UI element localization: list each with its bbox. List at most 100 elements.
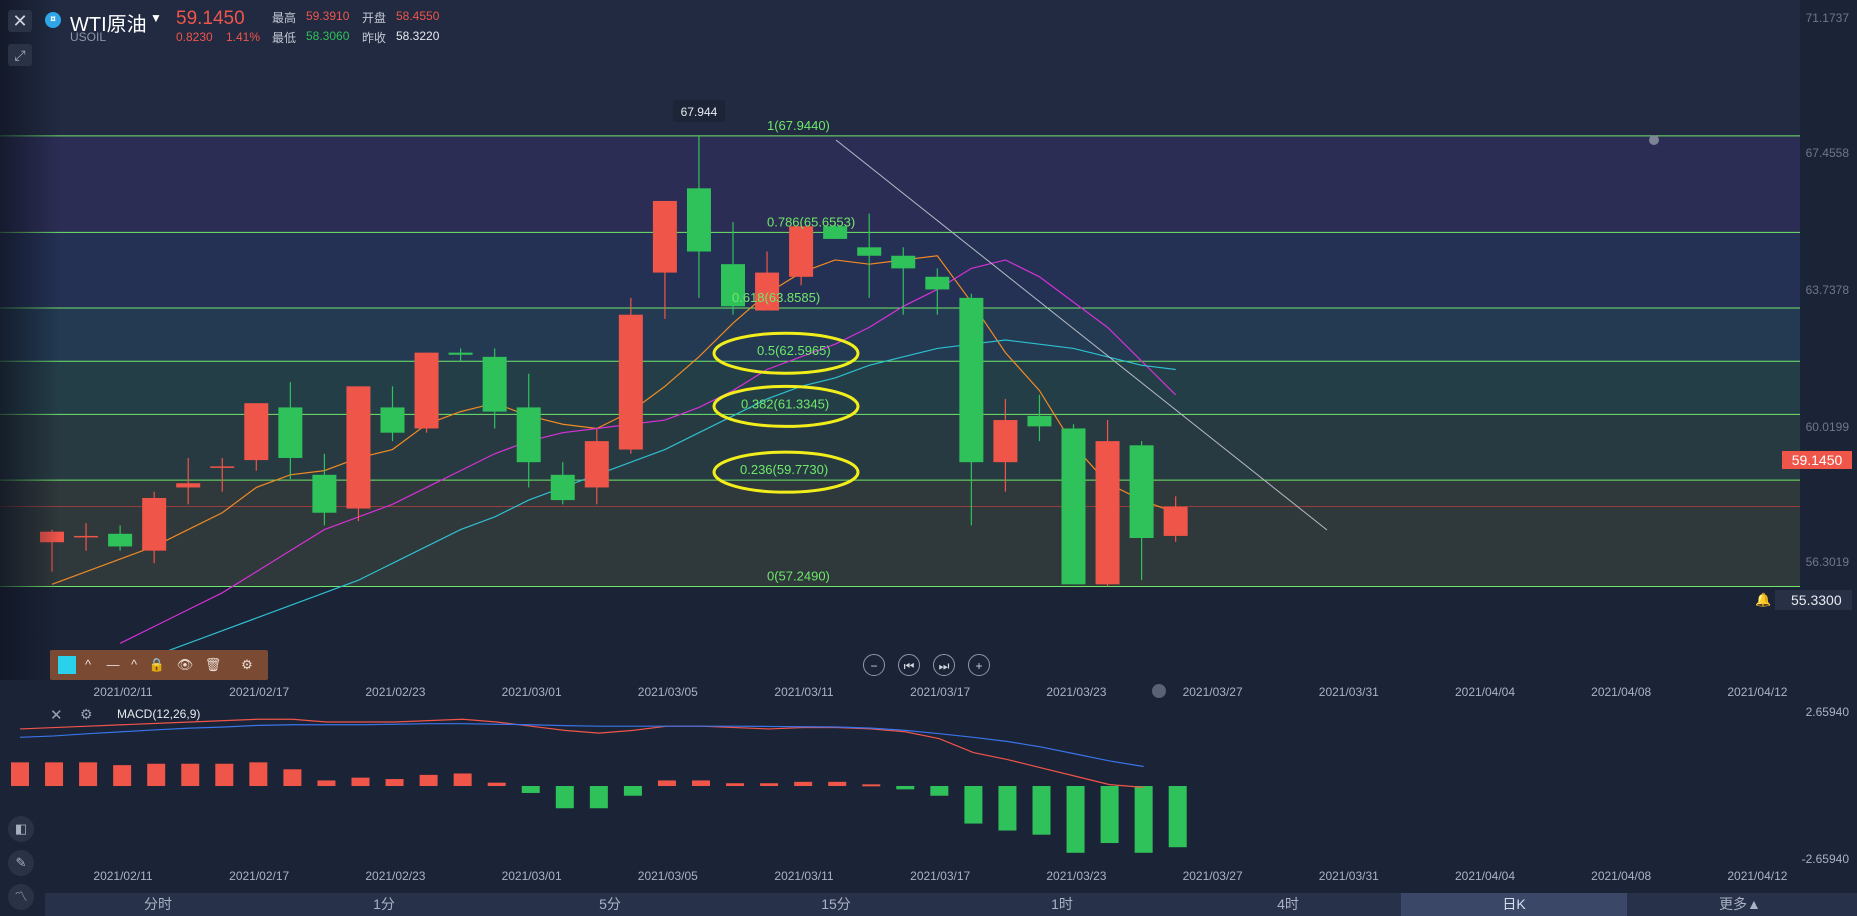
- macd-bar: [828, 781, 847, 786]
- macd-bar: [760, 783, 779, 786]
- chevron-up-icon[interactable]: ^: [128, 656, 140, 674]
- quote-header: ✕ ⤢ ¤ WTI原油 ▼ USOIL 59.1450 0.8230 1.41%…: [0, 0, 1857, 66]
- alert-price-marker[interactable]: 55.3300: [1775, 590, 1852, 610]
- macd-bar: [555, 786, 574, 809]
- period-tab-5m[interactable]: 5分: [497, 893, 723, 916]
- symbol-logo-icon: ¤: [45, 12, 61, 28]
- fib-band: [0, 135, 1800, 233]
- fib-level-label: 0.236(59.7730): [740, 462, 828, 477]
- chevron-up-icon[interactable]: ^: [82, 656, 94, 674]
- period-tab-tick[interactable]: 分时: [45, 893, 271, 916]
- zoom-in-icon[interactable]: +: [968, 654, 990, 676]
- macd-date-axis-label: 2021/03/01: [502, 869, 562, 883]
- macd-bar: [726, 783, 745, 786]
- chevron-down-icon[interactable]: ▼: [150, 11, 162, 25]
- fib-band: [0, 414, 1800, 481]
- candle-body: [346, 386, 371, 509]
- macd-date-axis-label: 2021/03/05: [638, 869, 698, 883]
- period-tab-15m[interactable]: 15分: [723, 893, 949, 916]
- macd-dea-line: [19, 723, 1144, 768]
- line-chart-icon[interactable]: 〽: [8, 884, 34, 910]
- candle-body: [550, 474, 575, 501]
- date-axis-label: 2021/03/27: [1183, 685, 1243, 699]
- candle-body: [618, 314, 643, 450]
- line-style-icon[interactable]: —: [102, 656, 124, 674]
- candle-body: [959, 297, 984, 463]
- macd-title: MACD(12,26,9): [117, 707, 201, 721]
- fib-band: [0, 480, 1800, 587]
- macd-axis-label: -2.65940: [1802, 852, 1850, 866]
- date-axis-label: 2021/03/05: [638, 685, 698, 699]
- zoom-out-icon[interactable]: −: [863, 654, 885, 676]
- skip-forward-icon[interactable]: ⏭: [933, 654, 955, 676]
- macd-bar: [487, 782, 506, 786]
- macd-date-axis-label: 2021/03/31: [1319, 869, 1379, 883]
- period-more-button[interactable]: 更多▲: [1627, 893, 1853, 916]
- low-label: 最低: [272, 31, 297, 45]
- candle-body: [312, 474, 337, 513]
- macd-bar: [930, 786, 949, 796]
- macd-bar: [147, 763, 166, 786]
- macd-bar: [896, 786, 915, 790]
- fib-level-label: 0(57.2490): [767, 569, 830, 584]
- bell-icon[interactable]: 🔔: [1755, 592, 1771, 608]
- macd-bar: [181, 763, 200, 786]
- period-tab-daily[interactable]: 日K: [1401, 893, 1627, 916]
- price-change-percent: 1.41%: [226, 30, 261, 44]
- fib-level-label: 0.5(62.5965): [757, 343, 831, 358]
- skip-back-icon[interactable]: ⏮: [898, 654, 920, 676]
- candle-body: [857, 247, 882, 256]
- eye-icon[interactable]: 👁: [174, 656, 196, 674]
- candle-body: [1095, 441, 1120, 585]
- prev-close-label: 昨收: [362, 31, 387, 45]
- macd-bar: [317, 780, 336, 786]
- settings-icon[interactable]: ⚙: [236, 656, 258, 674]
- macd-bar: [657, 780, 676, 786]
- indicator-icon[interactable]: ◧: [8, 816, 34, 842]
- symbol-code: USOIL: [70, 30, 107, 44]
- candle-body: [278, 407, 303, 458]
- lock-icon[interactable]: 🔒: [148, 656, 166, 674]
- macd-date-axis-label: 2021/04/04: [1455, 869, 1515, 883]
- macd-bar: [1100, 786, 1119, 844]
- candle-body: [891, 255, 916, 269]
- color-swatch[interactable]: [58, 656, 76, 674]
- chart-stage[interactable]: 1(67.9440) 0.786(65.6553) 0.618(63.8585) 0.…: [0, 0, 1857, 916]
- fib-level-label: 1(67.9440): [767, 118, 830, 133]
- period-tab-4h[interactable]: 4时: [1175, 893, 1401, 916]
- period-tab-1h[interactable]: 1时: [949, 893, 1175, 916]
- macd-bar: [453, 773, 472, 786]
- macd-bar: [623, 786, 642, 796]
- macd-bar: [998, 786, 1017, 831]
- candlestick-chart[interactable]: 1(67.9440) 0.786(65.6553) 0.618(63.8585) 0.…: [0, 0, 1857, 916]
- fib-band: [0, 308, 1800, 362]
- close-icon[interactable]: ✕: [8, 10, 32, 32]
- macd-bar: [283, 769, 302, 786]
- period-tab-1m[interactable]: 1分: [271, 893, 497, 916]
- candle-body: [482, 356, 507, 412]
- date-axis-label: 2021/04/04: [1455, 685, 1515, 699]
- current-price-marker: 59.1450: [1782, 451, 1852, 469]
- macd-date-axis-label: 2021/02/23: [365, 869, 425, 883]
- prev-close-value: 58.3220: [396, 29, 440, 43]
- candle-body: [652, 200, 677, 273]
- macd-bar: [215, 763, 234, 786]
- high-label: 最高: [272, 11, 297, 25]
- trash-icon[interactable]: 🗑: [204, 656, 222, 674]
- low-value: 58.3060: [306, 29, 350, 43]
- macd-bar: [862, 784, 881, 787]
- fib-level-label: 0.786(65.6553): [767, 214, 855, 229]
- macd-settings-icon[interactable]: ⚙: [80, 706, 93, 723]
- candle-body: [789, 226, 814, 277]
- price-axis-label: 60.0199: [1806, 420, 1850, 434]
- candle-body: [448, 352, 473, 355]
- high-value: 59.3910: [306, 9, 350, 23]
- candle-body: [414, 352, 439, 429]
- macd-date-axis-label: 2021/02/11: [93, 869, 152, 883]
- macd-close-icon[interactable]: ✕: [50, 706, 63, 724]
- pencil-icon[interactable]: ✎: [8, 850, 34, 876]
- expand-icon[interactable]: ⤢: [8, 44, 32, 66]
- period-bar: 分时 1分 5分 15分 1时 4时 日K 更多▲: [45, 893, 1857, 916]
- macd-bar: [1032, 786, 1051, 835]
- last-price: 59.1450: [176, 8, 245, 29]
